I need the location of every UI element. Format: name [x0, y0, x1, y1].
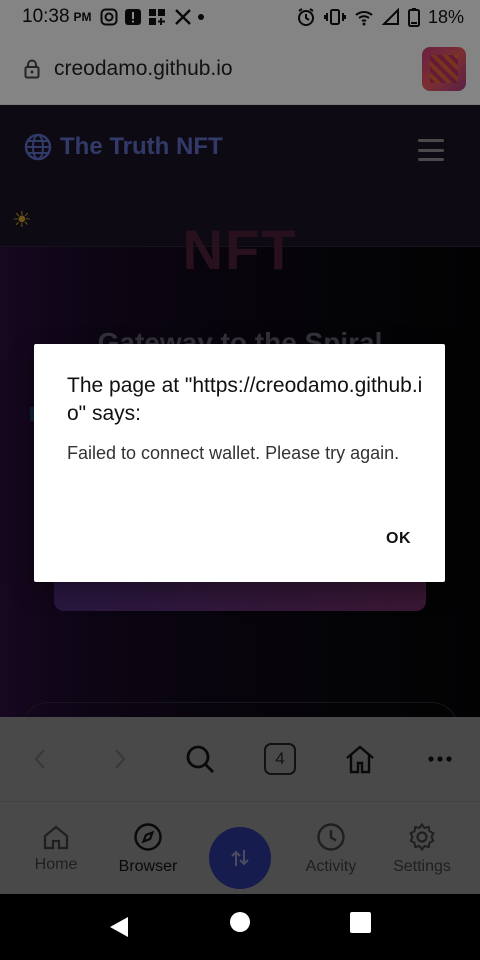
- back-triangle-icon[interactable]: [108, 915, 130, 939]
- search-icon: [186, 745, 214, 773]
- vibrate-icon: [323, 9, 346, 25]
- nav-settings-label: Settings: [393, 857, 451, 875]
- android-nav-bar: [0, 894, 480, 960]
- instagram-icon: [100, 8, 118, 26]
- dialog-title: The page at "https://creodamo.github.io"…: [67, 374, 423, 425]
- home-circle-icon[interactable]: [230, 912, 250, 932]
- tab-count: 4: [264, 743, 296, 775]
- home-icon: [346, 745, 374, 774]
- battery-percent: 18%: [427, 6, 464, 27]
- url-bar[interactable]: creodamo.github.io: [0, 34, 480, 105]
- swap-button[interactable]: [209, 827, 271, 889]
- site-favicon[interactable]: [422, 47, 466, 91]
- battery-icon: [407, 8, 420, 27]
- recents-square-icon[interactable]: [350, 912, 371, 933]
- chevron-right-icon: [115, 749, 126, 769]
- more-dots-icon: [428, 756, 452, 762]
- apps-icon: [148, 9, 165, 25]
- nav-activity-label: Activity: [305, 857, 357, 875]
- x-logo-icon: [174, 9, 191, 25]
- gear-icon: [409, 822, 435, 851]
- more-button[interactable]: [400, 717, 480, 801]
- back-button[interactable]: [0, 717, 80, 801]
- nav-browser[interactable]: Browser: [108, 802, 188, 895]
- home-outline-icon: [43, 825, 69, 849]
- chevron-left-icon: [34, 749, 45, 769]
- clock-icon: [317, 822, 345, 851]
- alert-dialog: The page at "https://creodamo.github.io"…: [34, 344, 445, 582]
- hero-card: [22, 702, 458, 717]
- browser-toolbar: 4: [0, 717, 480, 801]
- status-ampm: PM: [73, 10, 92, 24]
- hero-heading: NFT: [182, 218, 298, 281]
- site-logo[interactable]: The Truth NFT: [24, 133, 223, 161]
- nav-activity[interactable]: Activity: [291, 802, 371, 895]
- forward-button[interactable]: [80, 717, 160, 801]
- menu-icon[interactable]: [418, 139, 444, 161]
- signal-icon: [381, 8, 399, 25]
- nav-browser-label: Browser: [118, 857, 178, 875]
- lock-icon: [24, 59, 40, 79]
- nav-home-label: Home: [34, 855, 78, 873]
- bottom-nav: Home Browser Activity Settings: [0, 801, 480, 894]
- url-text[interactable]: creodamo.github.io: [54, 57, 233, 81]
- notification-icons: [100, 8, 204, 26]
- site-title: The Truth NFT: [60, 133, 223, 160]
- dot-icon: [197, 14, 204, 20]
- home-toolbar-button[interactable]: [320, 717, 400, 801]
- wifi-icon: [355, 11, 373, 26]
- tabs-button[interactable]: 4: [240, 717, 320, 801]
- status-time: 10:38: [22, 6, 70, 27]
- system-icons: 18%: [296, 7, 464, 28]
- ok-button[interactable]: OK: [386, 530, 411, 548]
- search-button[interactable]: [160, 717, 240, 801]
- status-bar: 10:38 PM 18%: [0, 0, 480, 34]
- compass-icon: [134, 822, 162, 851]
- globe-icon: [24, 133, 52, 161]
- swap-arrows-icon: [231, 850, 249, 866]
- alarm-icon: [297, 8, 314, 26]
- alert-icon: [124, 9, 141, 25]
- dialog-message: Failed to connect wallet. Please try aga…: [67, 443, 400, 463]
- nav-settings[interactable]: Settings: [382, 802, 462, 895]
- nav-home[interactable]: Home: [16, 802, 96, 895]
